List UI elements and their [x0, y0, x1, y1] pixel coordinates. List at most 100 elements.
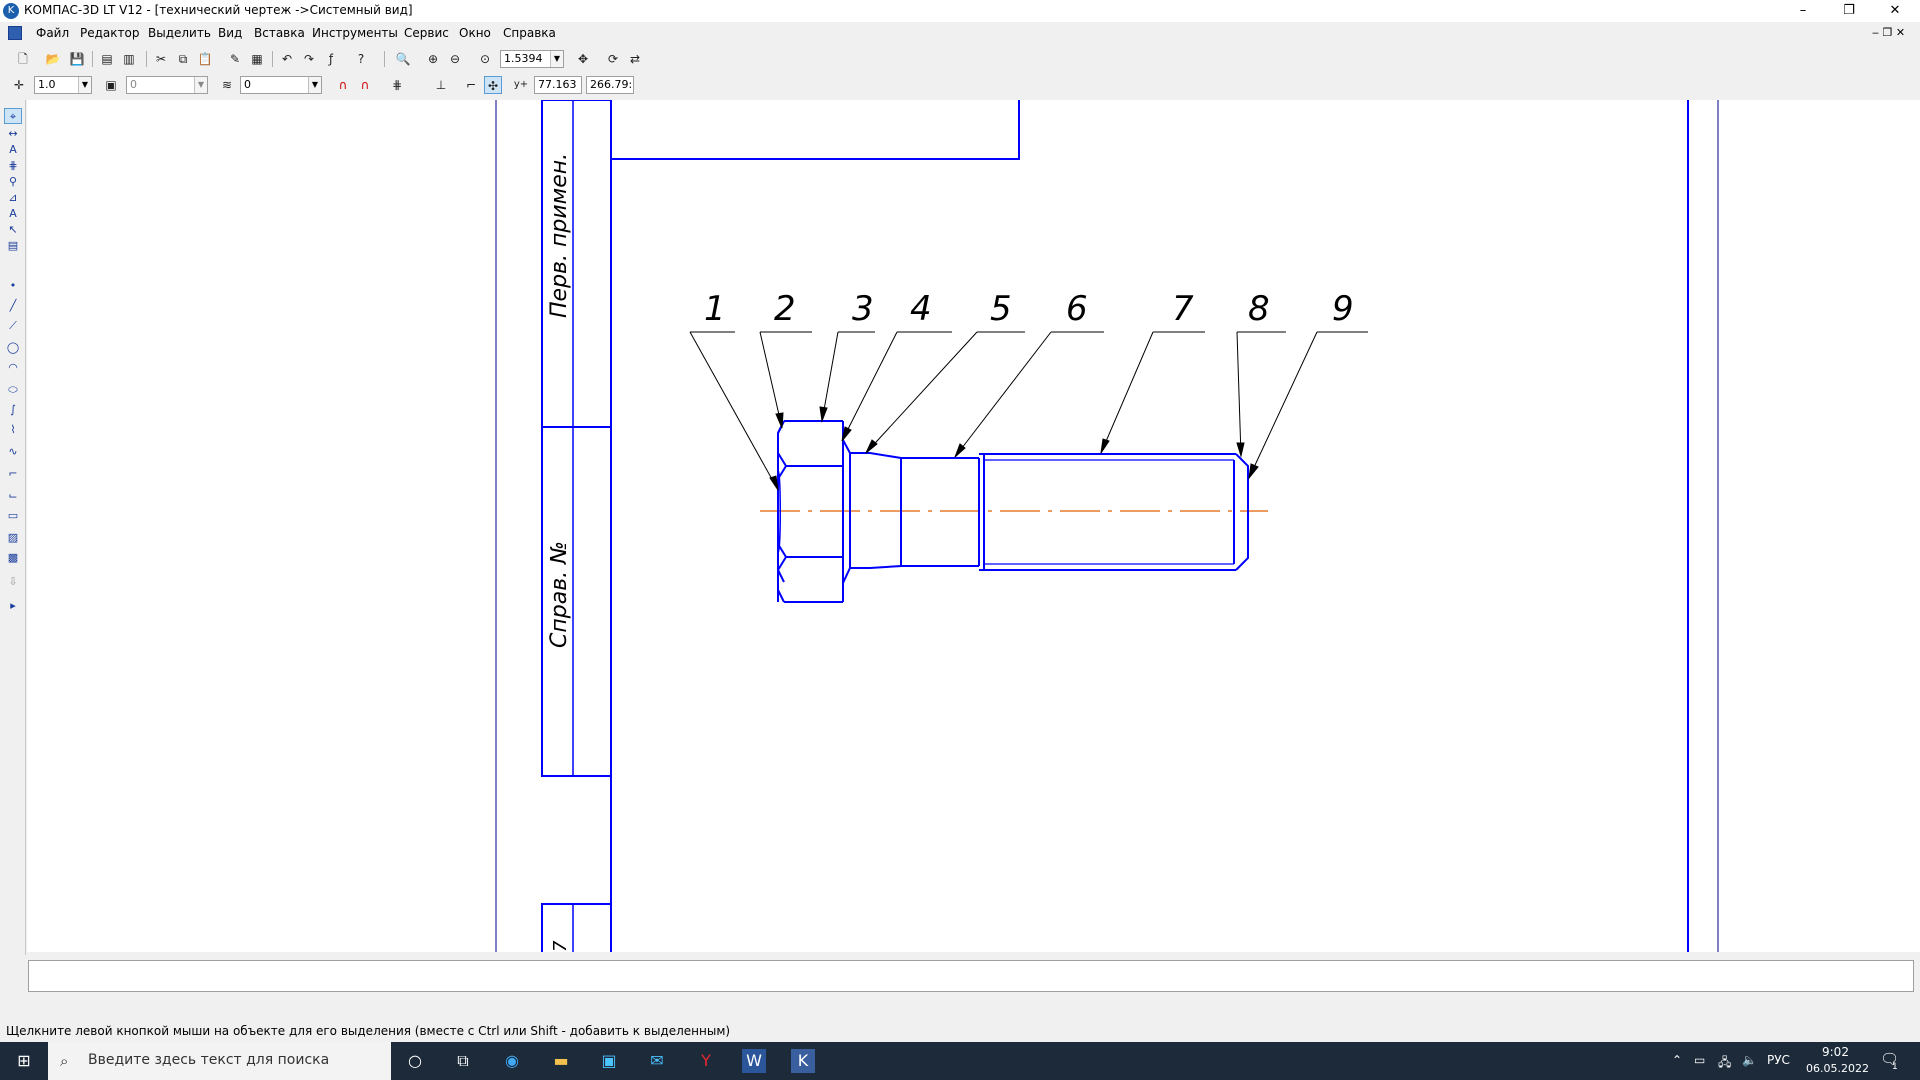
geometry-tool-icon[interactable]: ⌖	[4, 108, 22, 124]
menu-insert[interactable]: Вставка	[254, 26, 305, 40]
continuous-input-icon[interactable]: ∫	[4, 402, 22, 418]
clock-time[interactable]: 9:02	[1822, 1045, 1849, 1059]
hatch-icon[interactable]: ▨	[4, 530, 22, 546]
ellipse-icon[interactable]: ⬭	[4, 382, 22, 398]
print-icon[interactable]: ▥	[120, 50, 138, 68]
menu-help[interactable]: Справка	[503, 26, 556, 40]
format-brush-icon[interactable]: ✎	[226, 50, 244, 68]
print-preview-icon[interactable]: ▤	[98, 50, 116, 68]
refresh-view-icon[interactable]: ⟳	[604, 50, 622, 68]
more-tools-icon[interactable]: ▸	[4, 598, 22, 614]
kompas-icon[interactable]: K	[3, 3, 19, 19]
zoom-out-icon[interactable]: ⊖	[446, 50, 464, 68]
properties-panel[interactable]	[28, 960, 1914, 992]
menu-view[interactable]: Вид	[218, 26, 242, 40]
text-tool-icon[interactable]: A	[4, 206, 22, 222]
menu-bar: Файл Редактор Выделить Вид Вставка Инстр…	[0, 24, 1920, 44]
local-cs-icon[interactable]: ⊥	[432, 76, 450, 94]
edge-icon[interactable]: ◉	[500, 1049, 524, 1073]
taskbar-search[interactable]: ⌕ Введите здесь текст для поиска	[48, 1042, 391, 1080]
zoom-window-icon[interactable]: 🔍	[394, 50, 412, 68]
fill-icon[interactable]: ▩	[4, 550, 22, 566]
magnet-icon[interactable]: ∩	[334, 76, 352, 94]
undo-icon[interactable]: ↶	[278, 50, 296, 68]
meet-now-icon[interactable]: ▭	[1694, 1053, 1705, 1067]
segment-icon[interactable]: ⟋	[4, 318, 22, 334]
zoom-combo[interactable]: 1.5394 ▼	[500, 50, 564, 68]
language-indicator[interactable]: РУС	[1767, 1053, 1790, 1067]
task-view-icon[interactable]: ⧉	[451, 1049, 475, 1073]
measure-tool-icon[interactable]: ⊿	[4, 190, 22, 206]
zoom-scale-icon[interactable]: ⊙	[476, 50, 494, 68]
snap-icon[interactable]: ∩	[356, 76, 374, 94]
polyline-icon[interactable]: ⌇	[4, 422, 22, 438]
copy-icon[interactable]: ⧉	[174, 50, 192, 68]
yandex-browser-icon[interactable]: Y	[694, 1049, 718, 1073]
mdi-controls[interactable]: ‒ ❐ ✕	[1872, 26, 1905, 39]
minimize-button[interactable]: –	[1780, 0, 1826, 22]
menu-select[interactable]: Выделить	[148, 26, 211, 40]
grid-icon[interactable]: ⋕	[388, 76, 406, 94]
coord-y-field[interactable]: 266.79:	[586, 76, 634, 94]
document-icon[interactable]	[8, 26, 22, 40]
mail-icon[interactable]: ✉	[645, 1049, 669, 1073]
chamfer-icon[interactable]: ⌙	[4, 488, 22, 504]
network-icon[interactable]: 🖧	[1718, 1053, 1731, 1074]
dimensions-tool-icon[interactable]: ↔	[4, 126, 22, 142]
round-coords-icon[interactable]: ✣	[484, 76, 502, 94]
standard-toolbar: 🗋 📂 💾 ▤ ▥ ✂ ⧉ 📋 ✎ ▦ ↶ ↷ ƒ ? 🔍 ⊕ ⊖ ⊙ 1.53…	[0, 47, 1920, 71]
collect-contour-icon[interactable]: ⇩	[4, 574, 22, 590]
menu-tools[interactable]: Инструменты	[312, 26, 398, 40]
menu-editor[interactable]: Редактор	[80, 26, 139, 40]
variables-icon[interactable]: ƒ	[322, 50, 340, 68]
circle-icon[interactable]: ◯	[4, 340, 22, 356]
edit-tool-icon[interactable]: ⋕	[4, 158, 22, 174]
layers-icon[interactable]: ≋	[218, 76, 236, 94]
ortho-icon[interactable]: ⌐	[462, 76, 480, 94]
volume-icon[interactable]: 🔈	[1742, 1053, 1757, 1067]
style-combo[interactable]: 0 ▼	[126, 76, 208, 94]
cursor-step-icon[interactable]: ✛	[10, 76, 28, 94]
drawing-canvas[interactable]: Перв. примен. Справ. № 7 1 2 3 4 5 6 7 8…	[27, 99, 1920, 965]
menu-file[interactable]: Файл	[36, 26, 69, 40]
menu-service[interactable]: Сервис	[404, 26, 449, 40]
auxiliary-line-icon[interactable]: ╱	[4, 298, 22, 314]
save-icon[interactable]: 💾	[68, 50, 86, 68]
parametrization-tool-icon[interactable]: ⚲	[4, 174, 22, 190]
redo-icon[interactable]: ↷	[300, 50, 318, 68]
redraw-icon[interactable]: ⇄	[626, 50, 644, 68]
kompas-taskbar-icon[interactable]: K	[791, 1049, 815, 1073]
tray-chevron-icon[interactable]: ⌃	[1672, 1053, 1682, 1067]
help-pointer-icon[interactable]: ?	[352, 50, 370, 68]
designations-tool-icon[interactable]: A	[4, 142, 22, 158]
file-explorer-icon[interactable]: ▬	[549, 1049, 573, 1073]
spec-tool-icon[interactable]: ▤	[4, 238, 22, 254]
sheet-frame	[495, 99, 1719, 965]
layer-combo[interactable]: 0 ▼	[240, 76, 322, 94]
zoom-in-icon[interactable]: ⊕	[424, 50, 442, 68]
rectangle-icon[interactable]: ▭	[4, 508, 22, 524]
step-combo[interactable]: 1.0 ▼	[34, 76, 92, 94]
new-file-icon[interactable]: 🗋	[14, 50, 32, 68]
arc-icon[interactable]: ◠	[4, 360, 22, 376]
cut-icon[interactable]: ✂	[152, 50, 170, 68]
bezier-icon[interactable]: ∿	[4, 444, 22, 460]
store-icon[interactable]: ▣	[597, 1049, 621, 1073]
search-placeholder: Введите здесь текст для поиска	[88, 1052, 330, 1068]
paste-icon[interactable]: 📋	[196, 50, 214, 68]
windows-start-icon[interactable]: ⊞	[12, 1049, 36, 1073]
point-icon[interactable]: •	[4, 278, 22, 294]
close-button[interactable]: ✕	[1872, 0, 1918, 22]
restore-button[interactable]: ❐	[1826, 0, 1872, 22]
cortana-icon[interactable]: ○	[403, 1049, 427, 1073]
style-icon[interactable]: ▣	[102, 76, 120, 94]
calculator-icon[interactable]: ▦	[248, 50, 266, 68]
menu-window[interactable]: Окно	[459, 26, 491, 40]
clock-date[interactable]: 06.05.2022	[1806, 1062, 1869, 1075]
word-icon[interactable]: W	[742, 1049, 766, 1073]
select-tool-icon[interactable]: ↖	[4, 222, 22, 238]
coord-x-field[interactable]: 77.163	[534, 76, 582, 94]
fillet-icon[interactable]: ⌐	[4, 466, 22, 482]
pan-icon[interactable]: ✥	[574, 50, 592, 68]
open-file-icon[interactable]: 📂	[44, 50, 62, 68]
